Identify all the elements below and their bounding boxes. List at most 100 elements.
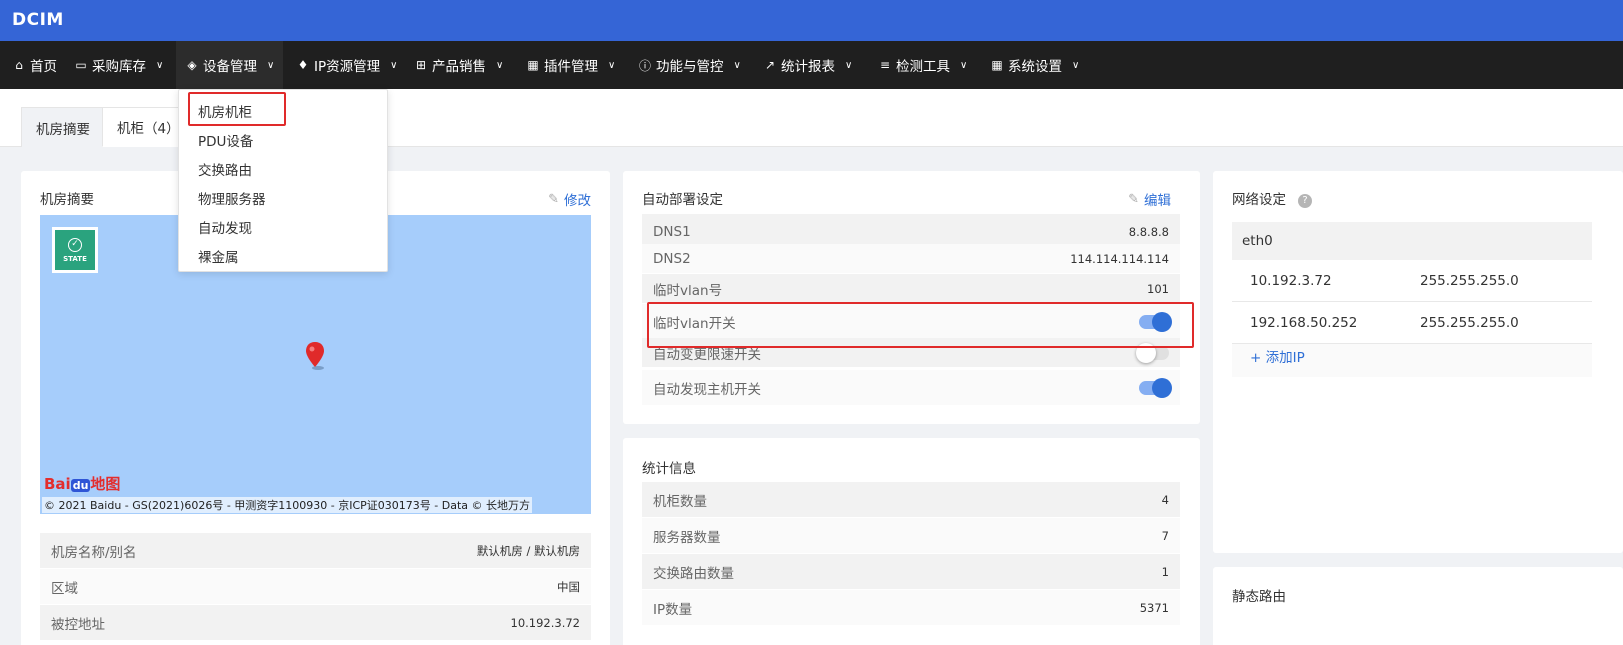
row-key: 被控地址 — [51, 616, 105, 633]
top-brand-bar: DCIM — [0, 0, 1623, 41]
row-key: 机柜数量 — [653, 493, 707, 510]
line-chart-icon: ↗ — [764, 58, 776, 72]
static-route-card: 静态路由 — [1213, 567, 1623, 645]
edit-room-button[interactable]: ✎ 修改 — [548, 189, 591, 210]
ip-address-row: 10.192.3.72 255.255.255.0 — [1232, 260, 1592, 302]
nav-item-plugins[interactable]: ▦ 插件管理 ∨ — [526, 41, 615, 89]
chevron-down-icon: ∨ — [267, 59, 275, 71]
stats-row-servers: 服务器数量 7 — [642, 518, 1180, 554]
subnet-mask: 255.255.255.0 — [1420, 315, 1519, 331]
info-circle-icon: ⓘ — [638, 58, 651, 73]
check-circle-icon: ✓ — [68, 237, 82, 252]
deploy-row-temp-vlan: 临时vlan号 101 — [642, 274, 1180, 304]
add-ip-link[interactable]: + 添加IP — [1250, 346, 1305, 366]
deploy-row-auto-discovery: 自动发现主机开关 — [642, 370, 1180, 406]
edit-deploy-button[interactable]: ✎ 编辑 — [1128, 189, 1171, 210]
info-row-controlled-address: 被控地址 10.192.3.72 — [40, 605, 591, 641]
card-title: 网络设定? — [1232, 188, 1312, 208]
row-key: IP数量 — [653, 601, 693, 618]
chevron-down-icon: ∨ — [845, 59, 853, 71]
ip-address: 192.168.50.252 — [1250, 315, 1358, 331]
table-icon: ▦ — [527, 58, 539, 72]
map-copyright: © 2021 Baidu - GS(2021)6026号 - 甲测资字11009… — [42, 497, 533, 513]
edit-icon: ✎ — [1128, 191, 1139, 207]
row-key: 临时vlan号 — [653, 282, 723, 299]
map-pin-icon[interactable] — [305, 341, 327, 371]
map-state-badge[interactable]: ✓ STATE — [52, 227, 98, 273]
chevron-down-icon: ∨ — [608, 59, 616, 71]
chevron-down-icon: ∨ — [733, 59, 741, 71]
cube-icon: ◈ — [187, 58, 197, 72]
nav-label: 采购库存 — [92, 59, 146, 75]
row-key: 自动发现主机开关 — [653, 381, 761, 398]
row-value: 10.192.3.72 — [510, 615, 581, 630]
deploy-row-dns2: DNS2 114.114.114.114 — [642, 244, 1180, 274]
dropdown-item-pdu[interactable]: PDU设备 — [198, 130, 253, 150]
dropdown-item-rooms-cabinets[interactable]: 机房机柜 — [198, 101, 252, 121]
tab-room-summary[interactable]: 机房摘要 — [21, 107, 105, 147]
row-value: 默认机房 / 默认机房 — [476, 543, 580, 558]
nav-item-ip-resources[interactable]: ♦ IP资源管理 ∨ — [296, 41, 398, 89]
nav-label: IP资源管理 — [314, 59, 381, 75]
subnet-mask: 255.255.255.0 — [1420, 273, 1519, 289]
row-key: DNS2 — [653, 250, 691, 267]
interface-name: eth0 — [1232, 222, 1592, 260]
baidu-paw-icon: du — [70, 479, 91, 492]
nav-item-procurement[interactable]: ▭ 采购库存 ∨ — [74, 41, 163, 89]
chevron-down-icon: ∨ — [1072, 59, 1080, 71]
state-label: STATE — [63, 254, 87, 263]
nav-item-product-sales[interactable]: ⊞ 产品销售 ∨ — [414, 41, 503, 89]
row-value: 4 — [1161, 492, 1169, 507]
help-icon[interactable]: ? — [1298, 194, 1312, 208]
ip-address-row: 192.168.50.252 255.255.255.0 — [1232, 302, 1592, 344]
nav-item-system-settings[interactable]: ▦ 系统设置 ∨ — [990, 41, 1079, 89]
dropdown-item-physical-server[interactable]: 物理服务器 — [198, 188, 266, 208]
stats-row-cabinets: 机柜数量 4 — [642, 482, 1180, 518]
nav-label: 功能与管控 — [656, 59, 724, 75]
row-value: 7 — [1161, 528, 1169, 543]
edit-icon: ✎ — [548, 191, 559, 207]
stats-row-ip-count: IP数量 5371 — [642, 590, 1180, 626]
nav-label: 统计报表 — [781, 59, 835, 75]
row-value: 114.114.114.114 — [1070, 251, 1169, 266]
network-settings-card: 网络设定? eth0 10.192.3.72 255.255.255.0 192… — [1213, 171, 1623, 553]
nav-label: 插件管理 — [544, 59, 598, 75]
nav-item-device-management[interactable]: ◈ 设备管理 ∨ — [176, 41, 284, 89]
row-value: 5371 — [1139, 600, 1169, 615]
auto-rate-limit-toggle[interactable] — [1136, 342, 1169, 363]
nav-item-reports[interactable]: ↗ 统计报表 ∨ — [763, 41, 852, 89]
edit-label: 编辑 — [1144, 193, 1171, 209]
app-brand[interactable]: DCIM — [12, 10, 64, 30]
nav-label: 设备管理 — [203, 59, 257, 75]
nav-label: 产品销售 — [432, 59, 486, 75]
row-value: 8.8.8.8 — [1128, 224, 1169, 239]
auto-deploy-card: 自动部署设定 ✎ 编辑 DNS1 8.8.8.8 DNS2 114.114.11… — [623, 171, 1200, 424]
dropdown-item-bare-metal[interactable]: 裸金属 — [198, 246, 239, 266]
chevron-down-icon: ∨ — [390, 59, 398, 71]
map-marker-icon: ♦ — [297, 58, 309, 72]
temp-vlan-toggle[interactable] — [1139, 311, 1172, 332]
cart-icon: ⊞ — [415, 58, 427, 72]
dropdown-item-auto-discovery[interactable]: 自动发现 — [198, 217, 252, 237]
grid-icon: ▦ — [991, 58, 1003, 72]
edit-label: 修改 — [564, 193, 591, 209]
nav-label: 首页 — [30, 59, 57, 75]
row-value: 1 — [1161, 564, 1169, 579]
card-title: 机房摘要 — [40, 192, 94, 208]
auto-discovery-toggle[interactable] — [1139, 377, 1172, 398]
nav-item-diagnostics[interactable]: ≡ 检测工具 ∨ — [878, 41, 967, 89]
chevron-down-icon: ∨ — [960, 59, 968, 71]
device-management-dropdown: 机房机柜 PDU设备 交换路由 物理服务器 自动发现 裸金属 — [178, 89, 388, 272]
info-row-room-name: 机房名称/别名 默认机房 / 默认机房 — [40, 533, 591, 569]
list-icon: ≡ — [879, 58, 891, 72]
row-key: 自动变更限速开关 — [653, 346, 761, 363]
card-title: 静态路由 — [1232, 589, 1286, 605]
stats-row-switches: 交换路由数量 1 — [642, 554, 1180, 590]
dropdown-item-switch-router[interactable]: 交换路由 — [198, 159, 252, 179]
nav-item-features-control[interactable]: ⓘ 功能与管控 ∨ — [638, 41, 741, 89]
nav-item-home[interactable]: ⌂ 首页 — [12, 41, 57, 89]
home-icon: ⌂ — [15, 58, 23, 72]
ip-address: 10.192.3.72 — [1250, 273, 1332, 289]
row-key: 服务器数量 — [653, 529, 721, 546]
stats-card: 统计信息 机柜数量 4 服务器数量 7 交换路由数量 1 IP数量 5371 — [623, 438, 1200, 645]
